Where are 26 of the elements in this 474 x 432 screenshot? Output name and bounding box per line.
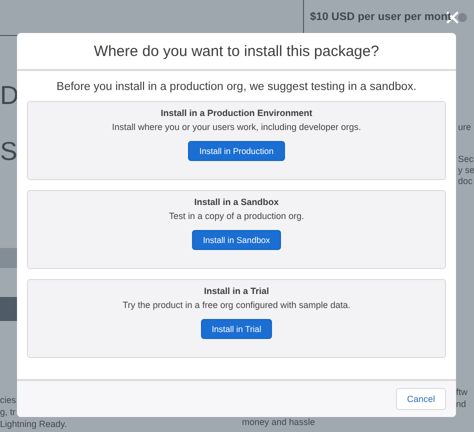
option-title: Install in a Sandbox <box>194 197 279 207</box>
install-button[interactable]: Install in Sandbox <box>192 230 282 250</box>
footer-text: cies <box>0 395 16 405</box>
option-title: Install in a Trial <box>204 286 270 296</box>
price-text: $10 USD per user per mont <box>310 11 452 23</box>
modal-title: Where do you want to install this package? <box>94 42 380 60</box>
page-heading: S <box>0 136 18 167</box>
page-heading: D <box>0 80 19 111</box>
option-description: Try the product in a free org configured with sample data. <box>122 300 350 310</box>
side-text: y se <box>458 165 474 175</box>
intro-text: Before you install in a production org, we suggest testing in a sandbox. <box>56 81 418 93</box>
side-text: ure <box>458 122 472 132</box>
install-button[interactable]: Install in Production <box>188 141 285 161</box>
footer-text: money and hassle <box>242 417 316 427</box>
option-description: Test in a copy of a production org. <box>168 211 304 221</box>
footer-text: g, tr <box>0 407 16 417</box>
side-text: doc <box>458 176 473 186</box>
cancel-button[interactable]: Cancel <box>396 388 446 410</box>
footer-text: nd <box>456 399 466 409</box>
option-title: Install in a Production Environment <box>160 108 312 118</box>
side-text: Sec <box>458 154 474 164</box>
footer-text: Lightning Ready. <box>0 419 67 429</box>
install-button[interactable]: Install in Trial <box>200 319 272 339</box>
footer-text: ftw <box>456 387 468 397</box>
info-icon <box>458 13 467 22</box>
option-description: Install where you or your users work, including developer orgs. <box>112 122 362 132</box>
